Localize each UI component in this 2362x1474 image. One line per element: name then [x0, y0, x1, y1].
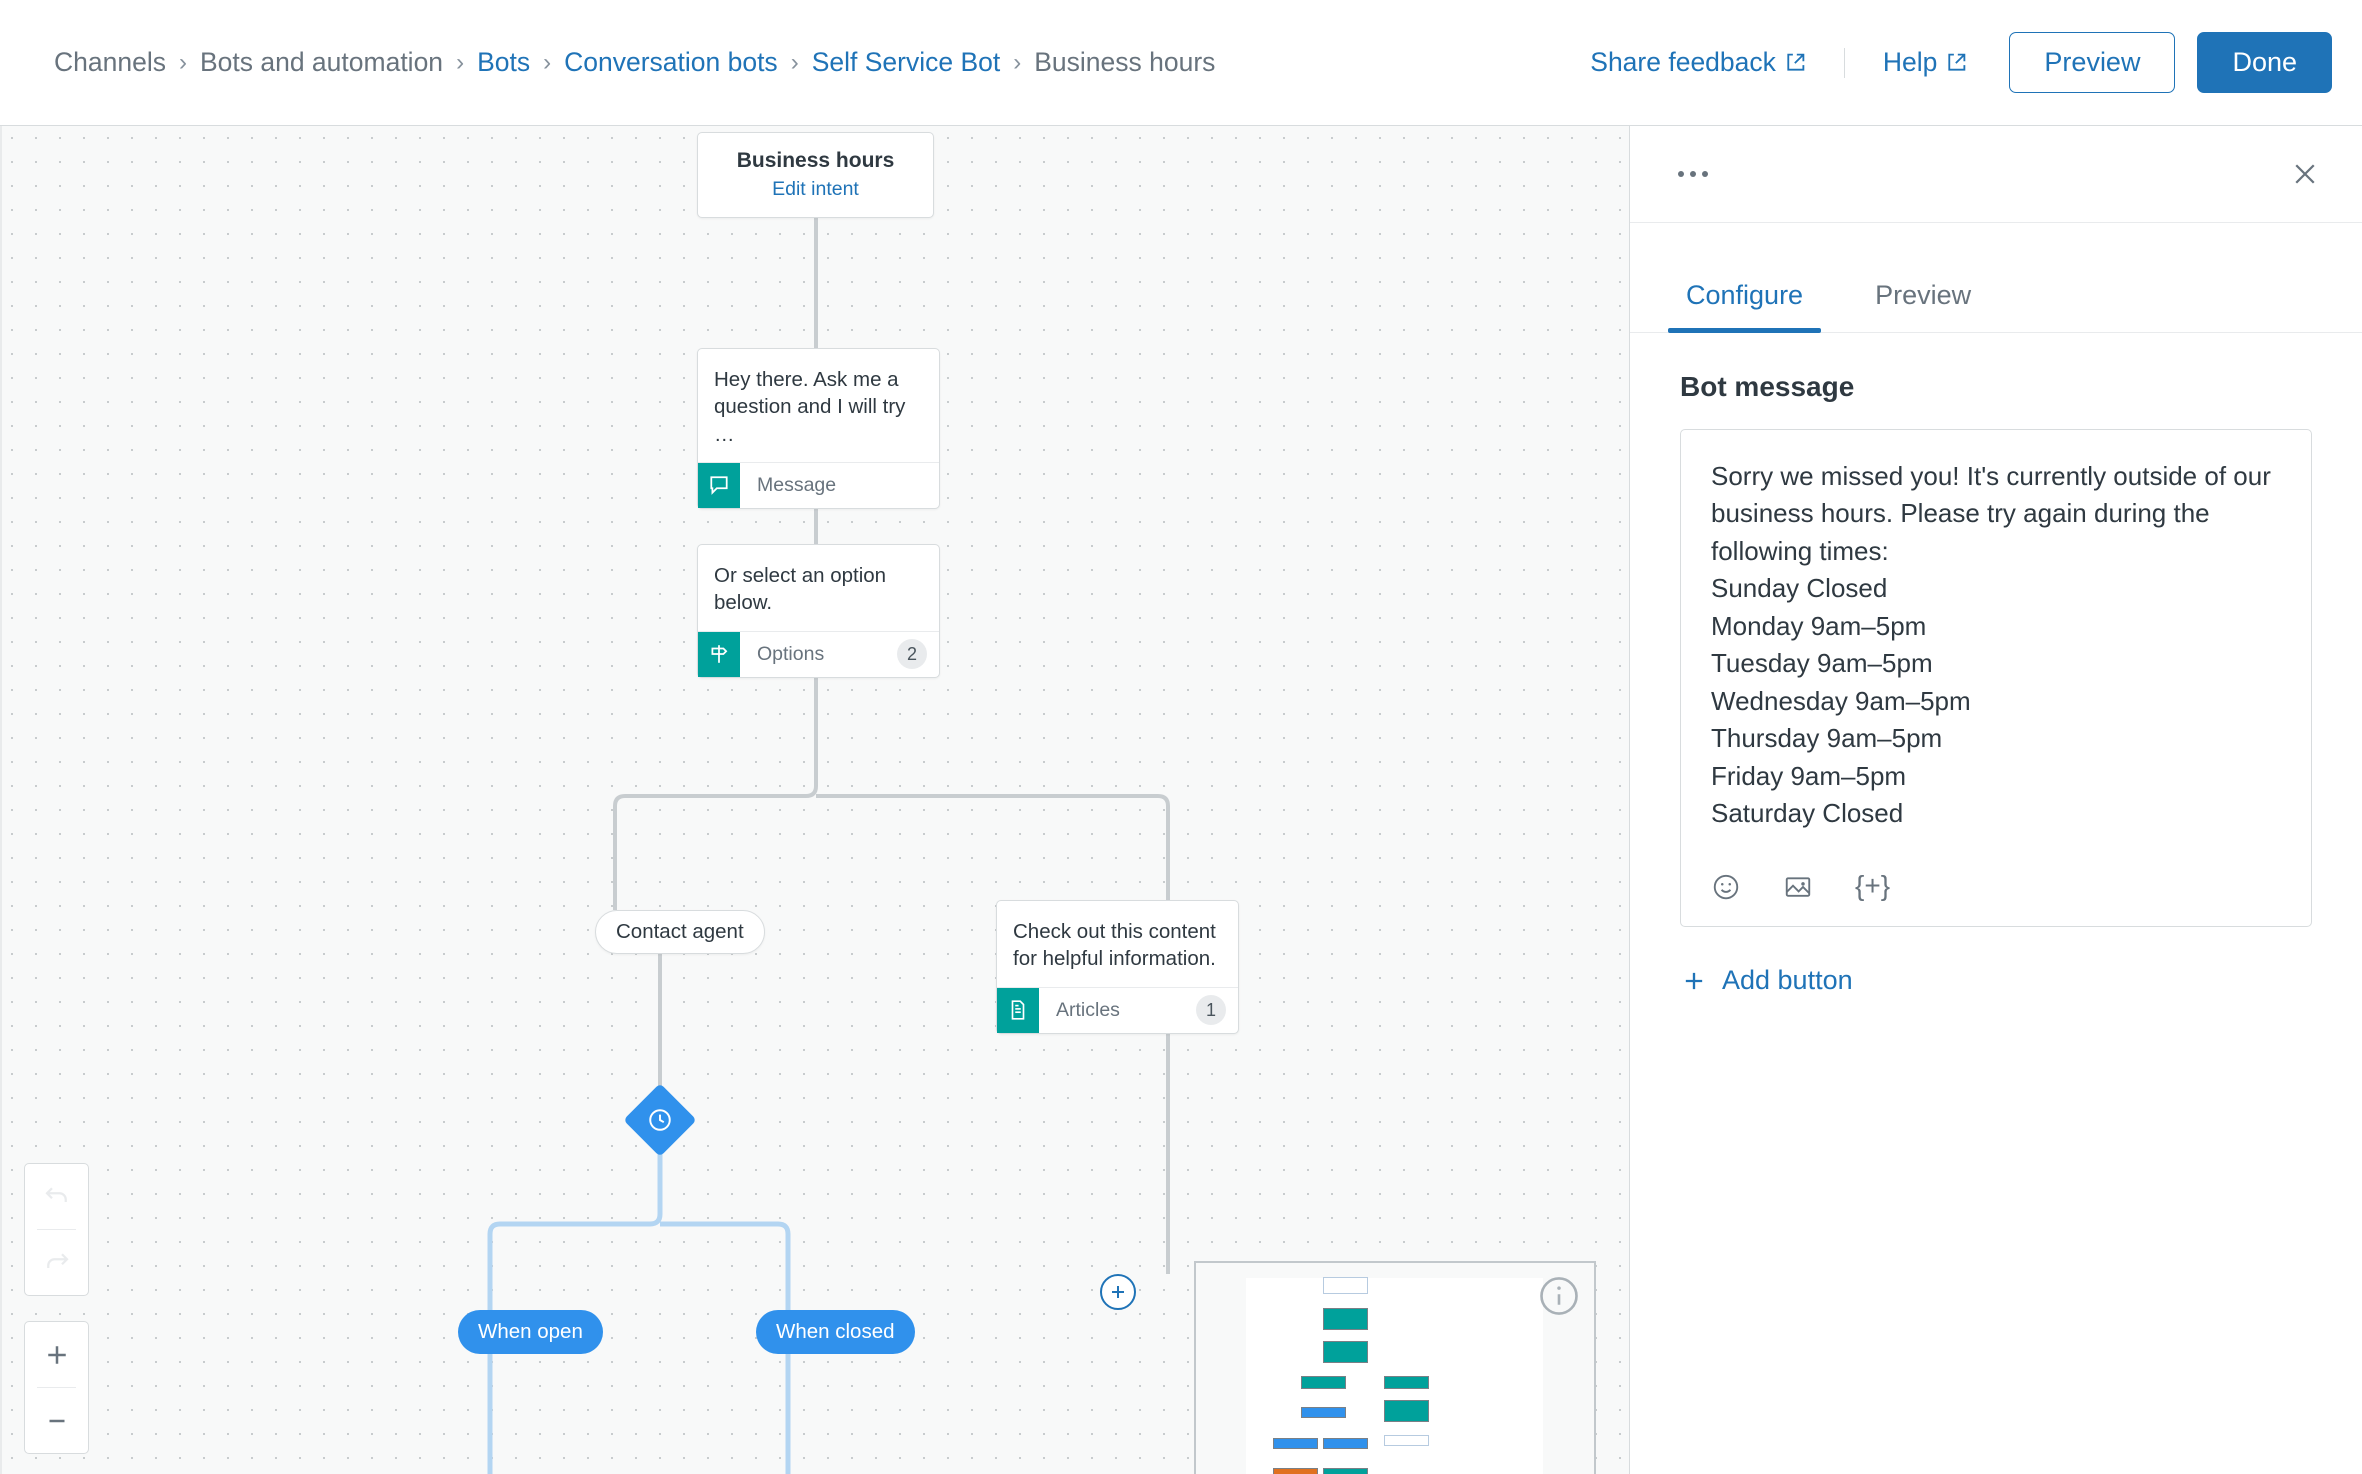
zoom-in-button[interactable] [25, 1322, 88, 1387]
flow-node-footer: Message [698, 461, 939, 508]
zoom-out-button[interactable] [25, 1388, 88, 1453]
breadcrumb-separator-icon: › [178, 48, 187, 76]
minimap-box-blue [1273, 1438, 1318, 1449]
minimap-box-teal [1301, 1376, 1346, 1389]
minimap-box-teal [1323, 1468, 1368, 1474]
minimap-box-teal [1323, 1308, 1368, 1330]
plus-icon [47, 1345, 66, 1364]
redo-icon [46, 1252, 69, 1268]
minimap-box-teal [1384, 1376, 1429, 1389]
top-bar: Channels › Bots and automation › Bots › … [0, 0, 2362, 126]
minimap-box-teal [1384, 1400, 1429, 1422]
flow-node-text: Hey there. Ask me a question and I will … [714, 368, 906, 446]
done-button[interactable]: Done [2197, 32, 2332, 93]
intent-node[interactable]: Business hours Edit intent [697, 132, 934, 218]
flow-node-footer: Options 2 [698, 630, 939, 677]
flow-node-text: Check out this content for helpful infor… [1013, 920, 1216, 971]
flow-canvas[interactable]: Business hours Edit intent Hey there. As… [0, 126, 1629, 1474]
condition-pill-when-closed[interactable]: When closed [756, 1310, 915, 1354]
minimap-box-blue [1323, 1438, 1368, 1449]
variable-placeholder-icon[interactable]: {+} [1855, 872, 1890, 902]
add-button-label: Add button [1722, 965, 1853, 996]
intent-node-title: Business hours [736, 149, 895, 172]
minimap[interactable] [1194, 1261, 1596, 1474]
flow-node-articles[interactable]: Check out this content for helpful infor… [996, 900, 1239, 1034]
flow-node-type: Message [757, 473, 837, 496]
flow-node-greeting-message[interactable]: Hey there. Ask me a question and I will … [697, 348, 940, 509]
clock-icon [649, 1109, 671, 1131]
help-link[interactable]: Help [1883, 47, 1968, 78]
flow-node-type: Options [757, 642, 825, 665]
breadcrumb-separator-icon: › [543, 48, 552, 76]
emoji-icon[interactable] [1711, 872, 1741, 902]
breadcrumb: Channels › Bots and automation › Bots › … [54, 47, 1590, 78]
plus-icon [1685, 972, 1703, 990]
option-pill-contact-agent[interactable]: Contact agent [595, 910, 765, 954]
preview-button[interactable]: Preview [2009, 32, 2176, 93]
share-feedback-link[interactable]: Share feedback [1590, 47, 1806, 78]
condition-pill-when-open[interactable]: When open [458, 1310, 603, 1354]
breadcrumb-item-self-service-bot[interactable]: Self Service Bot [812, 47, 1001, 78]
panel-header [1630, 126, 2362, 223]
close-icon[interactable] [2290, 159, 2320, 189]
bot-message-editor[interactable]: Sorry we missed you! It's currently outs… [1680, 429, 2312, 928]
zoom-controls [24, 1321, 89, 1454]
undo-button[interactable] [25, 1164, 88, 1229]
minimap-box-empty [1384, 1435, 1429, 1446]
top-actions: Share feedback Help Preview Done [1590, 32, 2332, 93]
minimap-box-blue [1301, 1407, 1346, 1418]
minimap-box-teal [1323, 1341, 1368, 1363]
option-pill-label: Contact agent [616, 920, 744, 943]
more-options-icon[interactable] [1678, 171, 1708, 177]
message-icon [698, 462, 740, 508]
external-link-icon [1948, 53, 1966, 71]
breadcrumb-separator-icon: › [790, 48, 799, 76]
breadcrumb-item-conversation-bots[interactable]: Conversation bots [564, 47, 778, 78]
flow-node-type: Articles [1056, 998, 1120, 1021]
panel-tabs: Configure Preview [1630, 280, 2362, 333]
breadcrumb-separator-icon: › [456, 48, 465, 76]
editor-toolbar: {+} [1711, 872, 2281, 902]
signpost-icon [698, 631, 740, 677]
breadcrumb-item-channels[interactable]: Channels [54, 47, 166, 78]
share-feedback-label: Share feedback [1590, 47, 1776, 77]
tab-preview[interactable]: Preview [1839, 280, 2007, 332]
add-node-button[interactable] [1100, 1274, 1136, 1310]
minimap-info-icon[interactable] [1538, 1275, 1580, 1317]
history-controls [24, 1163, 89, 1296]
bot-message-text[interactable]: Sorry we missed you! It's currently outs… [1711, 458, 2281, 832]
add-button-action[interactable]: Add button [1680, 965, 1853, 996]
toolbar-divider [1843, 47, 1845, 78]
panel-body: Bot message Sorry we missed you! It's cu… [1630, 333, 2362, 1000]
flow-node-text: Or select an option below. [714, 564, 887, 615]
condition-pill-label: When open [478, 1320, 583, 1343]
flow-node-options[interactable]: Or select an option below. Options 2 [697, 544, 940, 678]
breadcrumb-item-bots[interactable]: Bots [477, 47, 530, 78]
minimap-page-lower [1246, 1314, 1543, 1474]
plus-icon [1112, 1286, 1124, 1298]
image-icon[interactable] [1783, 872, 1813, 902]
external-link-icon [1787, 53, 1805, 71]
help-label: Help [1882, 47, 1938, 77]
minus-icon [49, 1419, 64, 1422]
flow-node-count-badge: 2 [897, 639, 927, 669]
flow-node-count-badge: 1 [1196, 995, 1226, 1025]
flow-node-footer: Articles 1 [997, 986, 1238, 1033]
minimap-box-orange [1273, 1468, 1318, 1474]
undo-icon [44, 1186, 67, 1202]
tab-configure[interactable]: Configure [1650, 280, 1839, 333]
condition-pill-label: When closed [776, 1320, 895, 1343]
article-icon [997, 987, 1039, 1033]
breadcrumb-item-business-hours: Business hours [1034, 47, 1216, 77]
redo-button[interactable] [25, 1230, 88, 1295]
minimap-box-empty [1323, 1277, 1368, 1294]
bot-message-section-title: Bot message [1680, 371, 1855, 402]
edit-intent-link[interactable]: Edit intent [772, 178, 859, 201]
breadcrumb-item-bots-and-automation[interactable]: Bots and automation [200, 47, 443, 78]
breadcrumb-separator-icon: › [1013, 48, 1022, 76]
configure-panel: Configure Preview Bot message Sorry we m… [1629, 126, 2362, 1474]
